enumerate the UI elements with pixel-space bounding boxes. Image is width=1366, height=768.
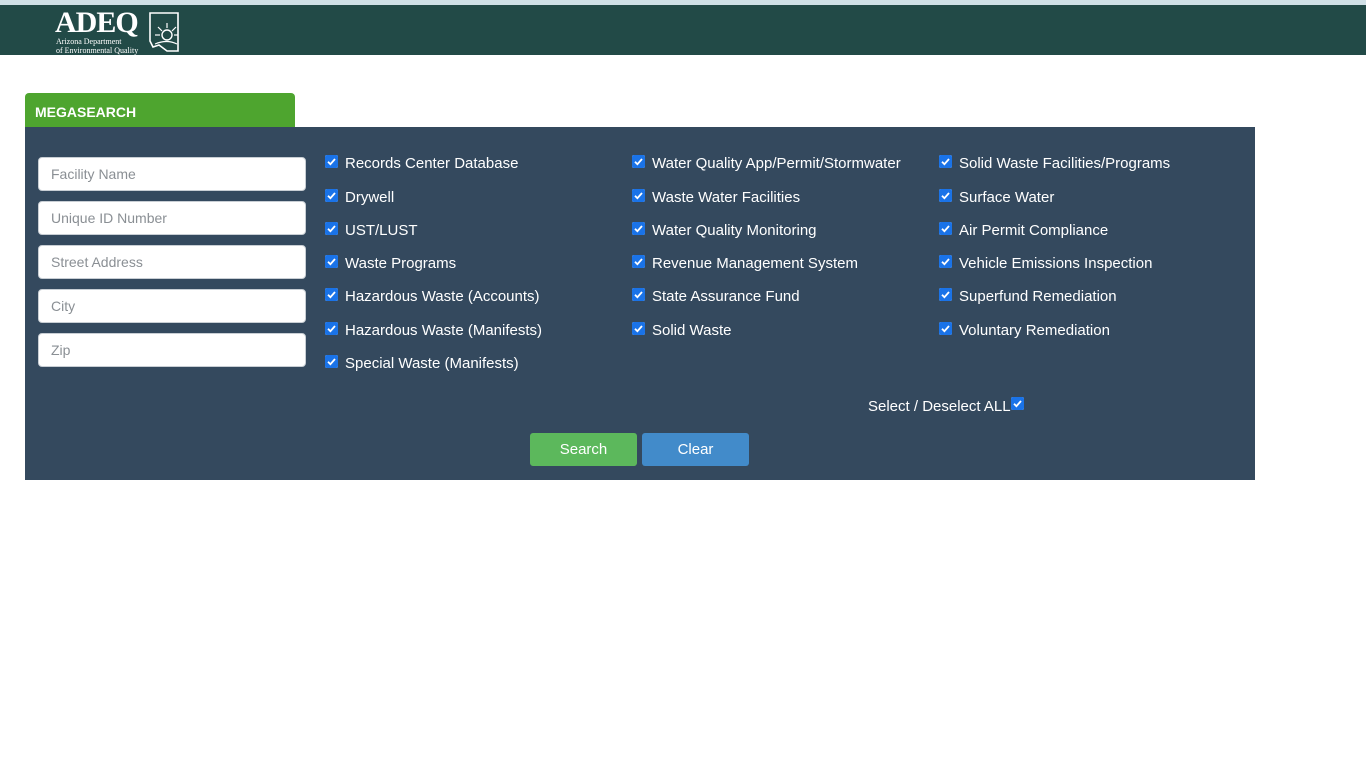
checkbox-checked-icon[interactable] — [632, 322, 645, 335]
zip-field[interactable] — [38, 333, 306, 367]
arizona-sun-emblem-icon — [149, 12, 179, 52]
checkbox-label: Vehicle Emissions Inspection — [959, 255, 1153, 272]
checkbox-checked-icon[interactable] — [939, 288, 952, 301]
checkbox-label: Water Quality App/Permit/Stormwater — [652, 155, 901, 172]
checkbox-checked-icon[interactable] — [939, 155, 952, 168]
checkbox-checked-icon[interactable] — [939, 322, 952, 335]
street-address-field[interactable] — [38, 245, 306, 279]
logo-subtitle-line1: Arizona Department — [56, 37, 122, 46]
checkbox-label: Revenue Management System — [652, 255, 858, 272]
clear-button[interactable]: Clear — [642, 433, 749, 466]
unique-id-input[interactable] — [39, 202, 291, 234]
checkbox-label: Water Quality Monitoring — [652, 222, 817, 239]
megasearch-tab-label: MEGASEARCH — [35, 104, 137, 120]
checkbox-checked-icon[interactable] — [632, 222, 645, 235]
search-panel: Records Center Database Drywell UST/LUST… — [25, 127, 1255, 480]
checkbox-checked-icon — [1011, 397, 1024, 410]
select-all-label: Select / Deselect ALL — [868, 398, 1011, 415]
megasearch-tab[interactable]: MEGASEARCH — [25, 93, 295, 128]
checkbox-label: State Assurance Fund — [652, 288, 800, 305]
checkbox-label: Drywell — [345, 189, 395, 206]
checkbox-label: Records Center Database — [345, 155, 519, 172]
logo-wordmark: ADEQ — [55, 6, 139, 39]
checkbox-label: Hazardous Waste (Manifests) — [345, 322, 543, 339]
search-button[interactable]: Search — [530, 433, 637, 466]
checkbox-checked-icon[interactable] — [325, 255, 338, 268]
adeq-logo[interactable]: ADEQ Arizona Department of Environmental… — [55, 6, 181, 55]
facility-name-input[interactable] — [39, 158, 291, 190]
checkbox-label: Waste Water Facilities — [652, 189, 801, 206]
unique-id-field[interactable] — [38, 201, 306, 235]
city-field[interactable] — [38, 289, 306, 323]
facility-name-field[interactable] — [38, 157, 306, 191]
checkbox-checked-icon[interactable] — [325, 322, 338, 335]
checkbox-label: Solid Waste Facilities/Programs — [959, 155, 1171, 172]
checkbox-checked-icon[interactable] — [325, 288, 338, 301]
checkbox-checked-icon[interactable] — [939, 189, 952, 202]
checkbox-checked-icon[interactable] — [325, 222, 338, 235]
checkbox-checked-icon[interactable] — [632, 288, 645, 301]
checkbox-label: Special Waste (Manifests) — [345, 355, 519, 372]
checkbox-label: Superfund Remediation — [959, 288, 1117, 305]
checkbox-checked-icon[interactable] — [325, 155, 338, 168]
checkbox-label: Waste Programs — [345, 255, 457, 272]
checkbox-checked-icon[interactable] — [939, 222, 952, 235]
checkbox-checked-icon[interactable] — [632, 155, 645, 168]
checkbox-label: Surface Water — [959, 189, 1055, 206]
select-all-checkbox[interactable] — [1011, 397, 1024, 410]
zip-input[interactable] — [39, 334, 291, 366]
checkbox-label: UST/LUST — [345, 222, 418, 239]
city-input[interactable] — [39, 290, 291, 322]
site-header: ADEQ Arizona Department of Environmental… — [0, 5, 1366, 55]
logo-subtitle-line2: of Environmental Quality — [56, 46, 139, 55]
checkbox-checked-icon[interactable] — [939, 255, 952, 268]
checkbox-checked-icon[interactable] — [325, 189, 338, 202]
street-address-input[interactable] — [39, 246, 291, 278]
checkbox-label: Hazardous Waste (Accounts) — [345, 288, 540, 305]
checkbox-label: Voluntary Remediation — [959, 322, 1110, 339]
checkbox-checked-icon[interactable] — [632, 189, 645, 202]
checkbox-checked-icon[interactable] — [325, 355, 338, 368]
checkbox-label: Solid Waste — [652, 322, 732, 339]
checkbox-checked-icon[interactable] — [632, 255, 645, 268]
checkbox-label: Air Permit Compliance — [959, 222, 1109, 239]
